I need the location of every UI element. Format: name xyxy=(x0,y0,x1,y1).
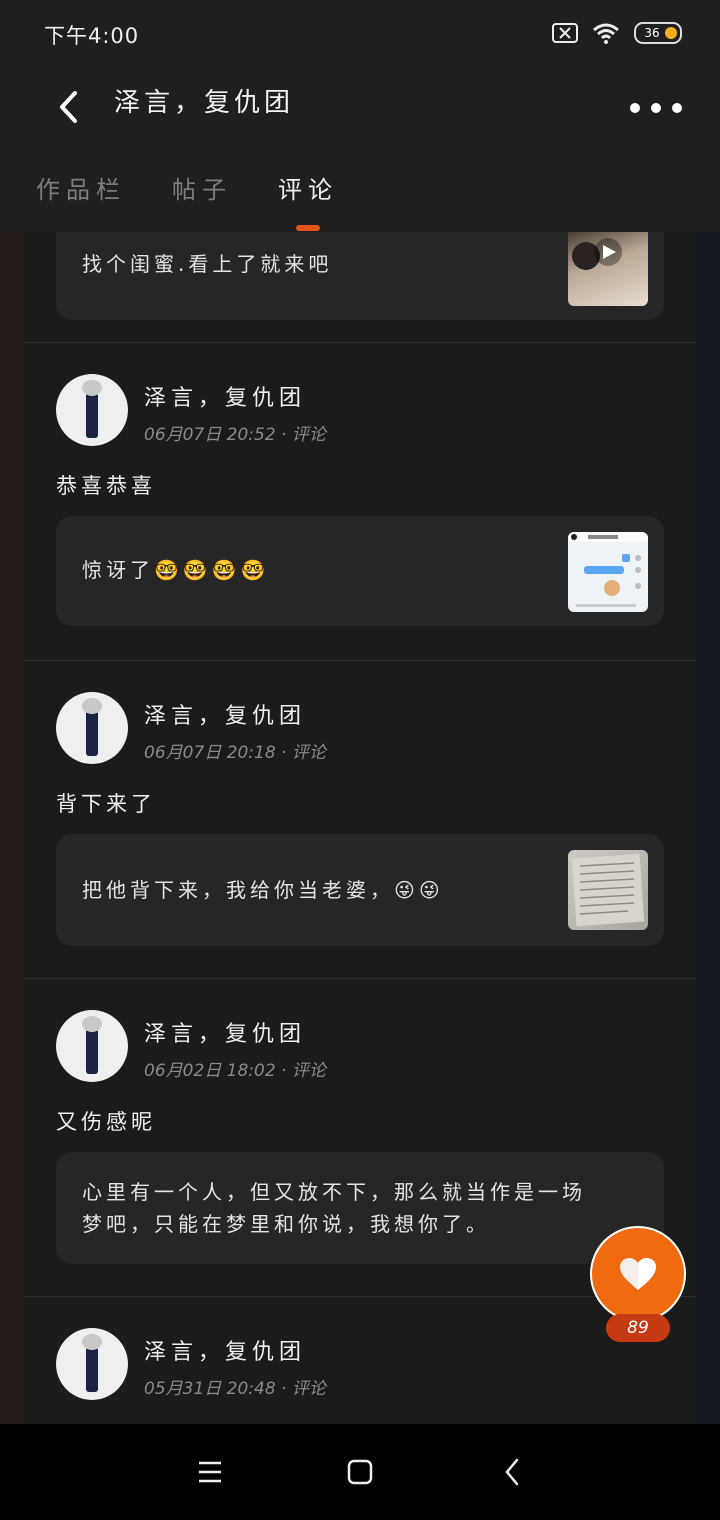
comment-text: 背下来了 xyxy=(56,792,156,816)
sim-x-icon xyxy=(552,23,578,43)
paper-photo-thumbnail xyxy=(571,853,645,927)
quoted-text: 把他背下来，我给你当老婆，😜😜 xyxy=(82,878,444,902)
back-button[interactable] xyxy=(48,84,88,130)
status-bar: 下午4:00 36 xyxy=(0,0,720,66)
header: 泽言，复仇团 作品栏 帖子 评论 xyxy=(0,66,720,233)
home-button[interactable] xyxy=(340,1452,380,1492)
page-title: 泽言，复仇团 xyxy=(114,88,295,118)
battery-level: 36 xyxy=(644,26,660,40)
quoted-thumbnail[interactable] xyxy=(568,850,648,930)
chat-screenshot-thumbnail xyxy=(568,532,648,607)
avatar[interactable] xyxy=(56,374,128,446)
tab-bar: 作品栏 帖子 评论 xyxy=(36,170,338,219)
comment-item[interactable]: 泽言，复仇团 06月02日 18:02 · 评论 又伤感昵 心里有一个人，但又放… xyxy=(24,978,696,1297)
username[interactable]: 泽言，复仇团 xyxy=(144,1334,326,1366)
status-time: 下午4:00 xyxy=(44,24,140,48)
battery-indicator: 36 xyxy=(634,22,682,44)
username[interactable]: 泽言，复仇团 xyxy=(144,380,326,412)
timestamp: 06月02日 18:02 · 评论 xyxy=(144,1061,326,1081)
more-dots-icon xyxy=(630,103,682,113)
system-nav-bar xyxy=(0,1424,720,1520)
avatar[interactable] xyxy=(56,1010,128,1082)
play-icon xyxy=(572,238,622,270)
comment-header: 泽言，复仇团 06月07日 20:52 · 评论 xyxy=(56,374,326,446)
timestamp: 05月31日 20:48 · 评论 xyxy=(144,1379,326,1399)
comment-item[interactable]: 泽言，复仇团 06月07日 20:18 · 评论 背下来了 把他背下来，我给你当… xyxy=(24,660,696,979)
timestamp: 06月07日 20:18 · 评论 xyxy=(144,743,326,763)
comment-item[interactable]: 泽言，复仇团 06月07日 20:52 · 评论 恭喜恭喜 惊讶了🤓🤓🤓🤓 xyxy=(24,342,696,661)
comment-header: 泽言，复仇团 06月02日 18:02 · 评论 xyxy=(56,1010,326,1082)
comment-header: 泽言，复仇团 06月07日 20:18 · 评论 xyxy=(56,692,326,764)
like-button[interactable] xyxy=(590,1226,686,1322)
comment-header: 泽言，复仇团 05月31日 20:48 · 评论 xyxy=(56,1328,326,1400)
comment-text: 恭喜恭喜 xyxy=(56,474,156,498)
quoted-text: 找个闺蜜.看上了就来吧 xyxy=(82,252,333,276)
avatar[interactable] xyxy=(56,1328,128,1400)
quoted-text-line2: 梦吧，只能在梦里和你说，我想你了。 xyxy=(82,1212,490,1236)
wifi-icon xyxy=(593,23,619,44)
quoted-thumbnail[interactable] xyxy=(568,532,648,612)
menu-icon xyxy=(199,1461,221,1483)
comment-text: 又伤感昵 xyxy=(56,1110,156,1134)
quoted-post[interactable]: 心里有一个人，但又放不下，那么就当作是一场 梦吧，只能在梦里和你说，我想你了。 xyxy=(56,1152,664,1264)
quoted-post[interactable]: 找个闺蜜.看上了就来吧 xyxy=(56,232,664,320)
nav-back-button[interactable] xyxy=(492,1452,532,1492)
timestamp: 06月07日 20:52 · 评论 xyxy=(144,425,326,445)
comment-item[interactable]: 找个闺蜜.看上了就来吧 xyxy=(24,232,696,343)
tab-works[interactable]: 作品栏 xyxy=(36,170,126,219)
quoted-thumbnail[interactable] xyxy=(568,232,648,306)
username[interactable]: 泽言，复仇团 xyxy=(144,698,326,730)
back-arrow-icon xyxy=(60,91,77,123)
username[interactable]: 泽言，复仇团 xyxy=(144,1016,326,1048)
avatar[interactable] xyxy=(56,692,128,764)
home-square-icon xyxy=(347,1459,373,1485)
comment-feed[interactable]: 找个闺蜜.看上了就来吧 泽言，复仇团 06月07日 20:52 · 评论 恭喜恭… xyxy=(24,232,696,1424)
nav-back-icon xyxy=(505,1458,519,1486)
comment-item[interactable]: 泽言，复仇团 05月31日 20:48 · 评论 xyxy=(24,1296,696,1424)
left-edge xyxy=(0,232,24,1424)
quoted-text: 惊讶了🤓🤓🤓🤓 xyxy=(82,558,270,582)
quoted-text-line1: 心里有一个人，但又放不下，那么就当作是一场 xyxy=(82,1180,586,1204)
status-icons: 36 xyxy=(552,22,682,44)
heart-icon xyxy=(620,1258,656,1290)
quoted-post[interactable]: 把他背下来，我给你当老婆，😜😜 xyxy=(56,834,664,946)
tab-comments[interactable]: 评论 xyxy=(278,170,338,219)
like-count-badge: 89 xyxy=(606,1314,670,1342)
tab-posts[interactable]: 帖子 xyxy=(172,170,232,219)
menu-button[interactable] xyxy=(190,1452,230,1492)
quoted-post[interactable]: 惊讶了🤓🤓🤓🤓 xyxy=(56,516,664,626)
right-edge xyxy=(696,232,720,1424)
more-button[interactable] xyxy=(630,88,682,128)
